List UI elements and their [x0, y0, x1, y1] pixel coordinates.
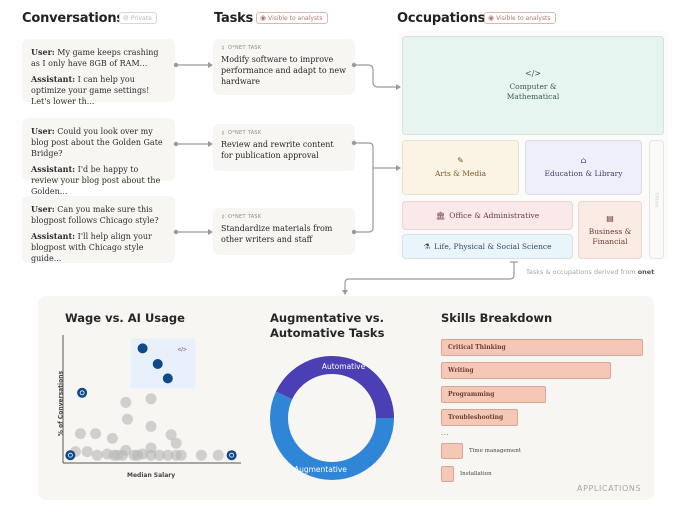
scatter-point: [175, 449, 187, 461]
scatter-point: [74, 428, 86, 440]
scatter-point: [121, 413, 133, 425]
augmentative-automative-donut: Automative Augmentative: [270, 356, 394, 480]
connector-dot: [351, 140, 357, 146]
donut-label: Automative: [322, 362, 366, 371]
skill-bar: Writing: [441, 362, 611, 379]
highlighted-point: [162, 373, 173, 384]
connector-dot: [173, 141, 179, 147]
highlighted-point: [65, 450, 76, 461]
y-axis-label: % of Conversations: [57, 370, 65, 437]
arrowhead: [208, 141, 213, 147]
wage-chart-title: Wage vs. AI Usage: [65, 311, 185, 325]
connector-task2-occ: [354, 142, 374, 233]
donut-title-line2: Automative Tasks: [270, 326, 385, 340]
skills-chart-title: Skills Breakdown: [441, 311, 553, 325]
donut-chart-title: Augmentative vs. Automative Tasks: [270, 311, 384, 341]
scatter-point: [81, 446, 93, 458]
applications-label: APPLICATIONS: [577, 484, 642, 493]
connector-dot: [351, 229, 357, 235]
more-skills-ellipsis: ...: [441, 428, 450, 437]
connector-dot: [173, 62, 179, 68]
highlighted-point: [137, 343, 148, 354]
highlighted-point: [152, 359, 163, 369]
skill-label: Installation: [460, 471, 492, 477]
donut-title-line1: Augmentative vs.: [270, 311, 384, 325]
scatter-point: [195, 449, 207, 461]
highlighted-point: [226, 450, 237, 461]
connector-dot: [351, 62, 357, 68]
skill-bar: [441, 466, 454, 482]
code-icon: </>: [178, 347, 187, 353]
scatter-point: [145, 420, 157, 432]
scatter-point: [120, 396, 132, 408]
x-axis-label: Median Salary: [127, 472, 176, 479]
skill-label: Time management: [469, 448, 521, 454]
scatter-point: [90, 428, 102, 440]
connector-dot: [173, 229, 179, 235]
scatter-point: [132, 449, 144, 461]
scatter-point: [116, 449, 128, 461]
arrowhead: [208, 229, 213, 235]
skill-bar: Programming: [441, 386, 547, 403]
scatter-point: [106, 432, 118, 444]
arrowhead: [396, 165, 401, 171]
connector-occ-applications: [344, 262, 515, 291]
donut-label: Augmentative: [294, 465, 347, 474]
arrowhead: [208, 62, 213, 68]
scatter-point: [91, 449, 103, 461]
scatter-point: [212, 449, 224, 461]
connector-task1-occ: [354, 64, 396, 88]
highlighted-point: [77, 387, 88, 398]
arrowhead: [342, 290, 348, 295]
skill-bar: Critical Thinking: [441, 339, 643, 356]
wage-scatter-chart: </>: [62, 335, 241, 464]
scatter-point: [145, 393, 157, 405]
skill-bar: Troubleshooting: [441, 409, 518, 426]
skill-bar: [441, 443, 463, 459]
arrowhead: [396, 84, 401, 90]
scatter-point: [170, 437, 182, 449]
